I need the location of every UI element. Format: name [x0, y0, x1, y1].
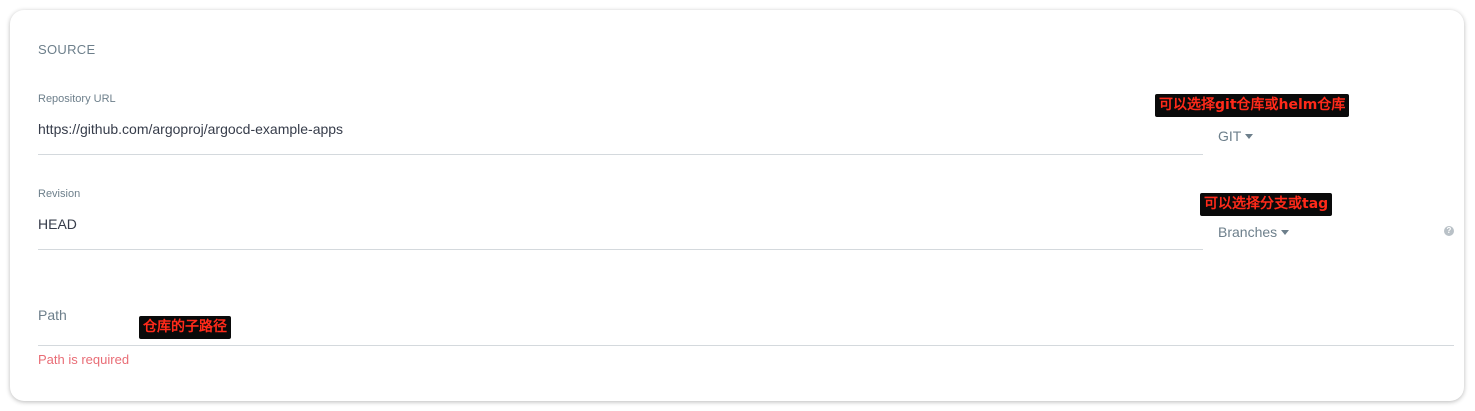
repository-url-label: Repository URL: [38, 93, 116, 105]
revision-underline: [38, 249, 1203, 250]
question-icon[interactable]: ?: [1444, 226, 1454, 236]
path-error-message: Path is required: [38, 352, 130, 367]
revision-type-label: Branches: [1218, 224, 1278, 240]
revision-annotation: 可以选择分支或tag: [1200, 193, 1333, 216]
path-input[interactable]: [38, 305, 1438, 325]
section-title: SOURCE: [38, 42, 96, 57]
path-underline: [38, 345, 1454, 346]
repository-url-input[interactable]: [38, 118, 1198, 140]
revision-type-dropdown[interactable]: Branches: [1218, 224, 1290, 240]
path-annotation: 仓库的子路径: [139, 316, 231, 339]
revision-input[interactable]: [38, 213, 1198, 235]
repository-url-underline: [38, 154, 1203, 155]
caret-down-icon: [1281, 230, 1290, 235]
caret-down-icon: [1245, 134, 1254, 139]
repo-type-dropdown[interactable]: GIT: [1218, 128, 1254, 144]
repo-type-label: GIT: [1218, 128, 1242, 144]
repository-annotation: 可以选择git仓库或helm仓库: [1155, 94, 1350, 117]
revision-label: Revision: [38, 188, 81, 200]
